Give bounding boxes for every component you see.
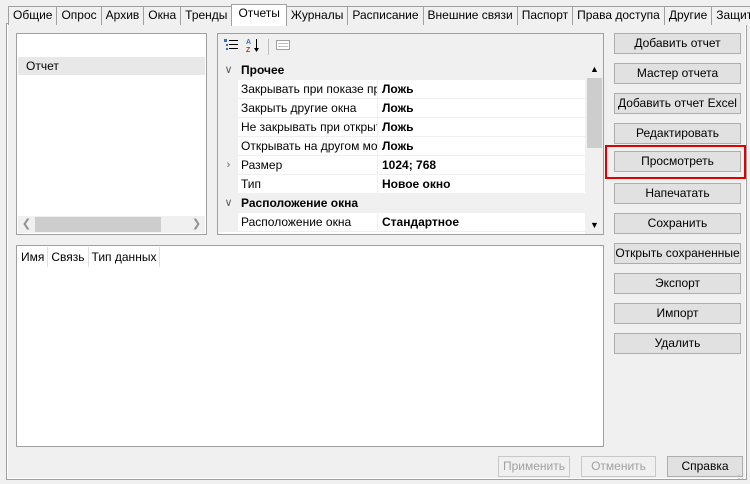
list-item[interactable]: Отчет — [18, 57, 205, 75]
property-name: Закрыть другие окна — [241, 101, 357, 115]
column-header-data-type[interactable]: Тип данных — [89, 247, 161, 267]
categorized-icon[interactable] — [221, 37, 241, 57]
svg-text:Z: Z — [246, 47, 251, 53]
vertical-scrollbar[interactable]: ▲ ▼ — [586, 61, 603, 234]
tab-bar: Общие Опрос Архив Окна Тренды Отчеты Жур… — [8, 4, 750, 26]
property-value[interactable]: Ложь — [382, 99, 413, 118]
property-row[interactable]: Тип Новое окно — [219, 175, 585, 194]
toolbar-separator — [268, 39, 269, 55]
scroll-right-icon[interactable]: ❯ — [188, 216, 205, 233]
export-button[interactable]: Экспорт — [614, 273, 741, 294]
property-row[interactable]: Не закрывать при открытии Ложь — [219, 118, 585, 137]
property-row[interactable]: Закрывать при показе предыдущего Ложь — [219, 80, 585, 99]
tab-protection[interactable]: Защита — [711, 6, 750, 25]
view-button[interactable]: Просмотреть — [614, 151, 741, 172]
tab-general[interactable]: Общие — [8, 6, 58, 25]
data-fields-table[interactable]: Имя Связь Тип данных — [16, 245, 604, 447]
column-header-name[interactable]: Имя — [18, 247, 49, 267]
apply-button[interactable]: Применить — [498, 456, 570, 477]
property-name: Открывать на другом мониторе — [241, 139, 377, 153]
add-excel-report-button[interactable]: Добавить отчет Excel — [614, 93, 741, 114]
property-value[interactable]: Ложь — [382, 137, 413, 156]
edit-button[interactable]: Редактировать — [614, 123, 741, 144]
open-saved-button[interactable]: Открыть сохраненные — [614, 243, 741, 264]
property-pages-icon[interactable] — [273, 37, 293, 57]
property-row[interactable]: Открывать на другом мониторе Ложь — [219, 137, 585, 156]
sort-az-icon[interactable]: A Z — [243, 37, 263, 57]
tab-polling[interactable]: Опрос — [56, 6, 102, 25]
help-button[interactable]: Справка — [667, 456, 743, 477]
chevron-down-icon[interactable]: ∨ — [219, 194, 238, 213]
property-name: Закрывать при показе предыдущего — [241, 82, 377, 96]
property-row[interactable]: Расположение окна Стандартное — [219, 213, 585, 232]
property-row[interactable]: › Размер 1024; 768 — [219, 156, 585, 175]
tab-passport[interactable]: Паспорт — [516, 6, 574, 25]
chevron-down-icon[interactable]: ∨ — [219, 61, 238, 80]
property-value[interactable]: Новое окно — [382, 175, 450, 194]
delete-button[interactable]: Удалить — [614, 333, 741, 354]
tab-windows[interactable]: Окна — [143, 6, 182, 25]
tab-other[interactable]: Другие — [663, 6, 713, 25]
property-name: Размер — [241, 158, 283, 172]
scroll-left-icon[interactable]: ❮ — [18, 216, 35, 233]
cancel-button[interactable]: Отменить — [581, 456, 656, 477]
horizontal-scrollbar[interactable]: ❮ ❯ — [18, 216, 205, 233]
property-value[interactable]: Ложь — [382, 80, 413, 99]
property-value[interactable]: Стандартное — [382, 213, 459, 232]
category-other[interactable]: ∨ Прочее — [219, 61, 585, 80]
property-name: Не закрывать при открытии — [241, 120, 377, 134]
scroll-down-icon[interactable]: ▼ — [586, 217, 603, 234]
save-button[interactable]: Сохранить — [614, 213, 741, 234]
scroll-up-icon[interactable]: ▲ — [586, 61, 603, 78]
add-report-button[interactable]: Добавить отчет — [614, 33, 741, 54]
tab-external-links[interactable]: Внешние связи — [422, 6, 518, 25]
property-value[interactable]: Ложь — [382, 118, 413, 137]
property-rows: ∨ Прочее Закрывать при показе предыдущег… — [219, 61, 585, 234]
tab-schedule[interactable]: Расписание — [347, 6, 424, 25]
tab-trends[interactable]: Тренды — [180, 6, 233, 25]
property-grid-toolbar: A Z — [218, 34, 603, 60]
tab-archive[interactable]: Архив — [100, 6, 145, 25]
property-name: Тип — [241, 177, 262, 191]
property-row[interactable]: Закрыть другие окна Ложь — [219, 99, 585, 118]
property-grid: A Z ∨ Прочее Закрывать при показе пр Лож… — [217, 33, 604, 235]
resize-grip-icon[interactable]: ∷ — [738, 472, 748, 482]
property-name: Расположение окна — [241, 215, 352, 229]
table-header: Имя Связь Тип данных — [18, 247, 161, 267]
scroll-thumb[interactable] — [587, 78, 602, 148]
tab-reports[interactable]: Отчеты — [231, 4, 287, 26]
scroll-thumb[interactable] — [35, 217, 161, 232]
print-button[interactable]: Напечатать — [614, 183, 741, 204]
tab-journals[interactable]: Журналы — [285, 6, 349, 25]
tab-access-rights[interactable]: Права доступа — [572, 6, 665, 25]
property-value[interactable]: 1024; 768 — [382, 156, 436, 175]
svg-text:A: A — [246, 39, 251, 46]
report-list[interactable]: Отчет ❮ ❯ — [16, 33, 207, 235]
report-wizard-button[interactable]: Мастер отчета — [614, 63, 741, 84]
column-header-link[interactable]: Связь — [48, 247, 89, 267]
settings-window: Общие Опрос Архив Окна Тренды Отчеты Жур… — [0, 0, 750, 484]
import-button[interactable]: Импорт — [614, 303, 741, 324]
category-window-position[interactable]: ∨ Расположение окна — [219, 194, 585, 213]
chevron-right-icon[interactable]: › — [219, 156, 238, 175]
